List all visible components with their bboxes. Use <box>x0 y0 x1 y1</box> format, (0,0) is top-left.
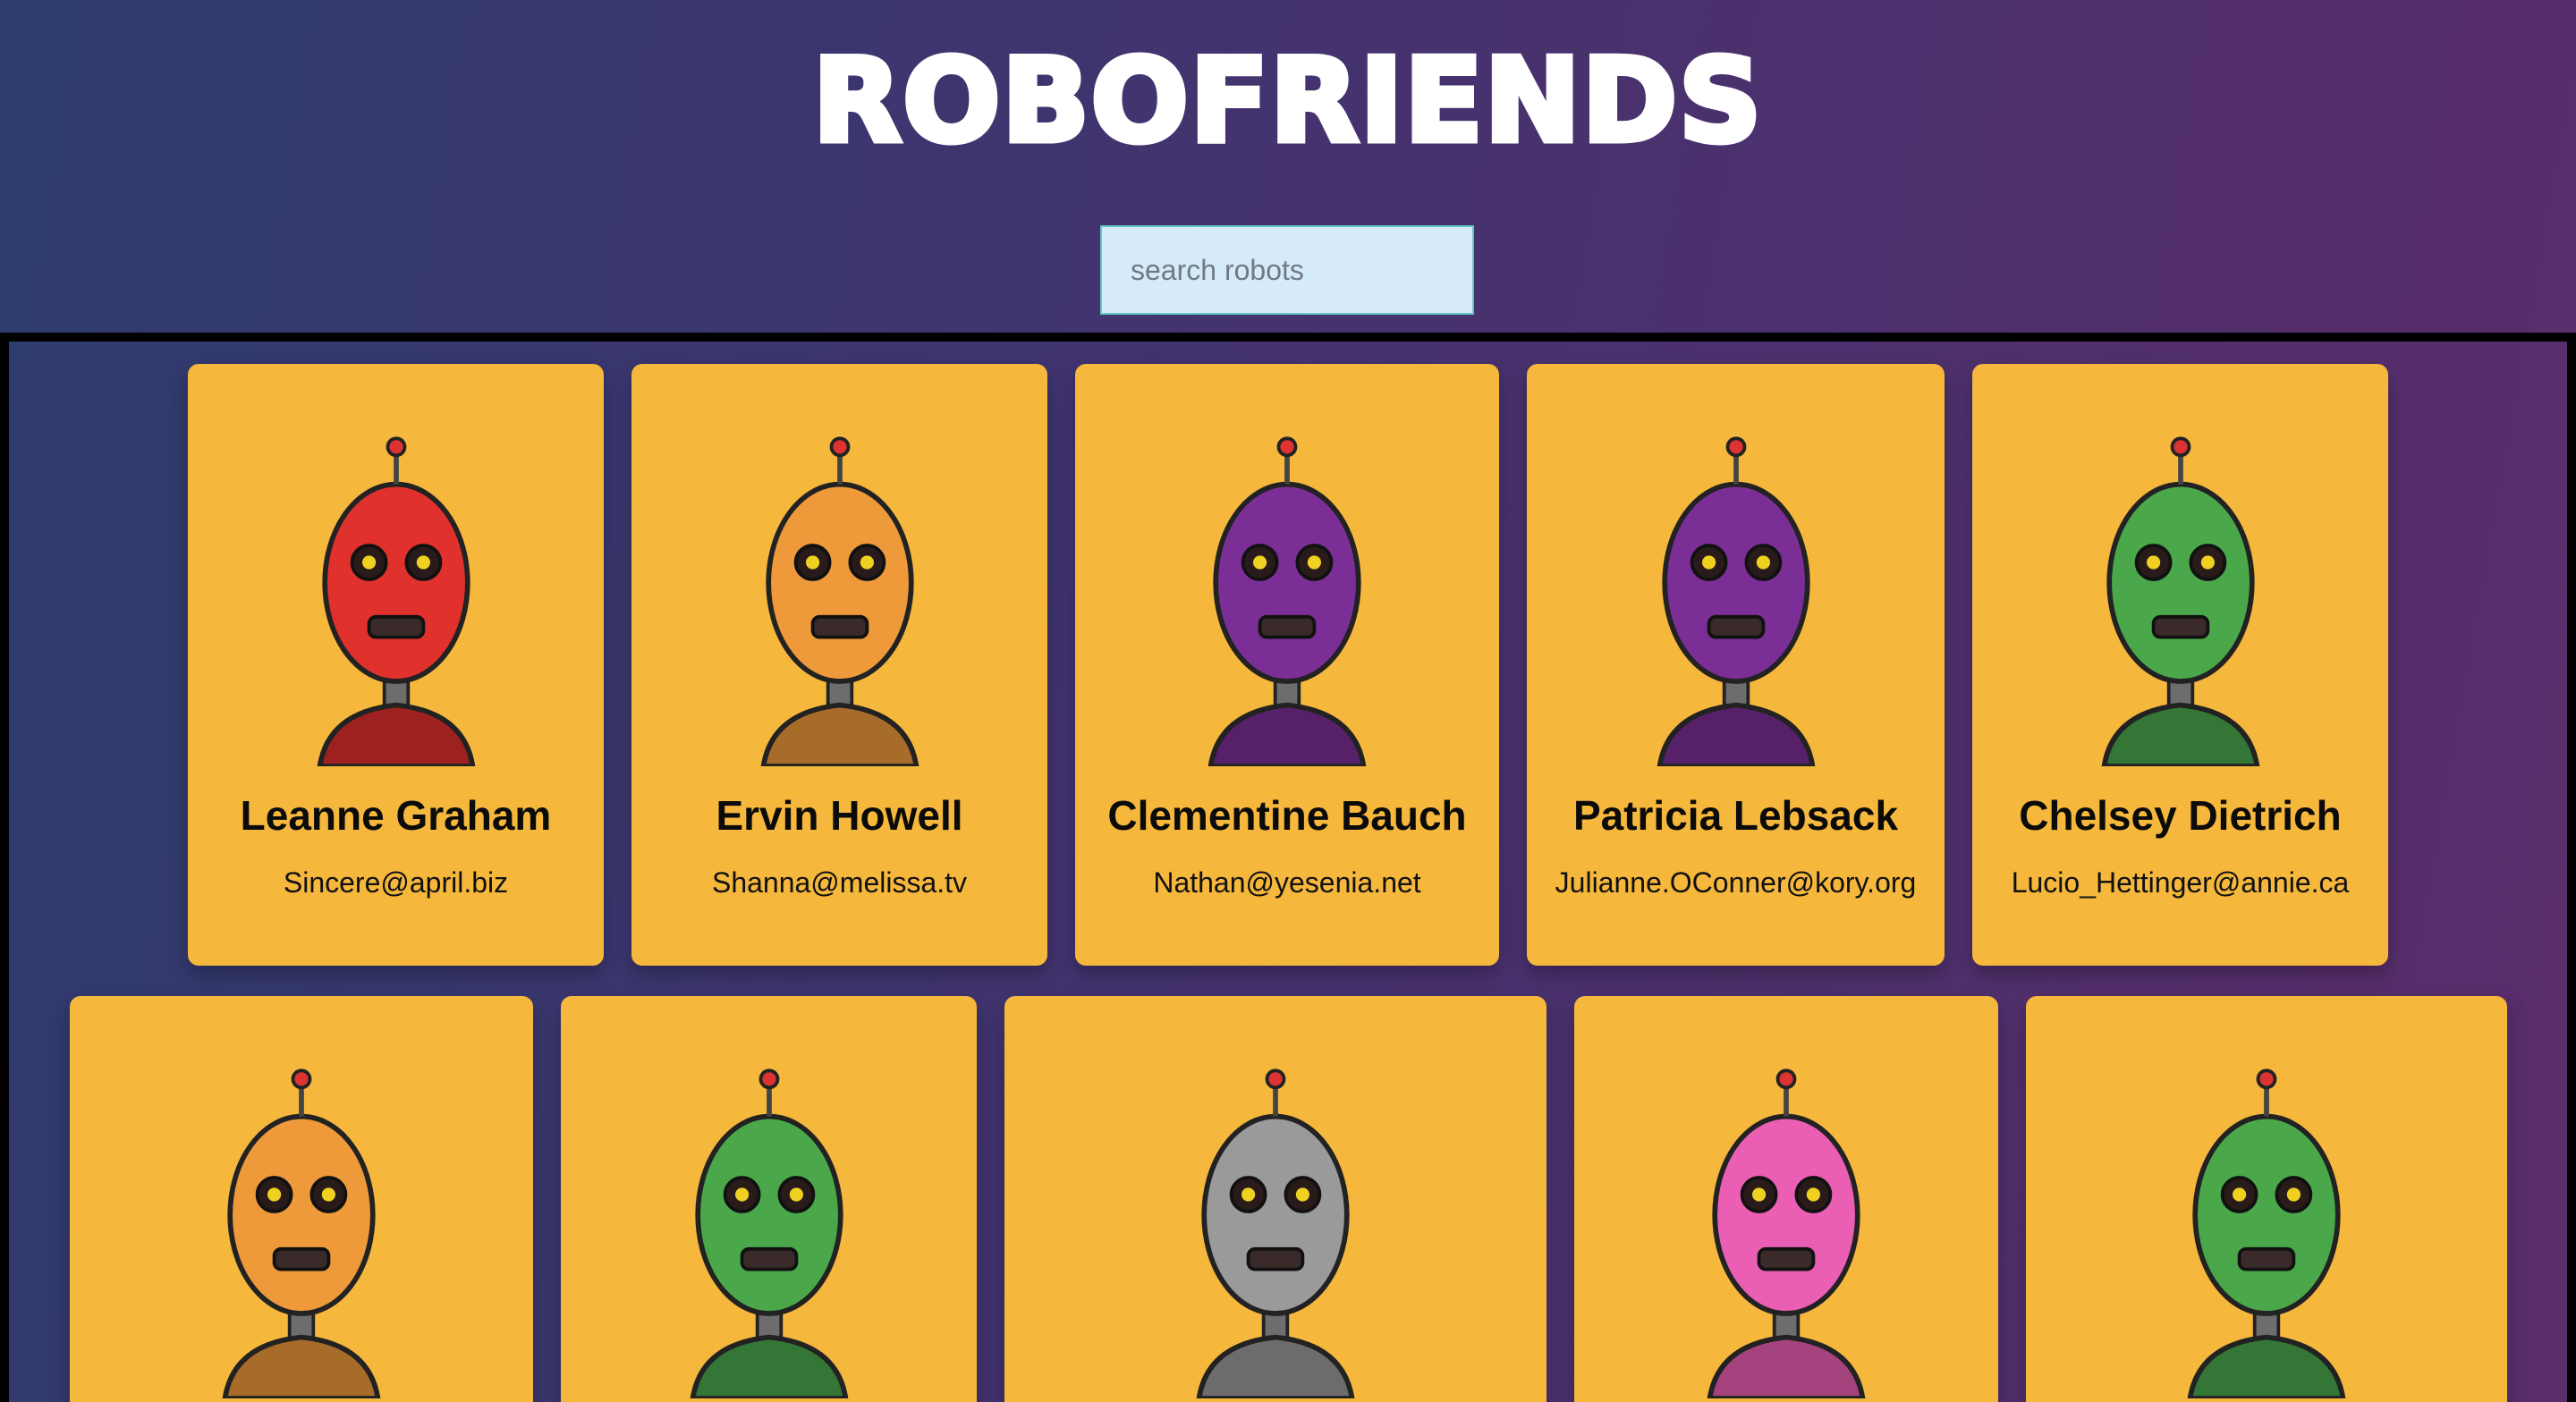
robot-email: Lucio_Hettinger@annie.ca <box>2011 866 2350 899</box>
robot-card[interactable] <box>1004 996 1546 1402</box>
green-robot-icon <box>2101 436 2259 766</box>
robot-name: Patricia Lebsack <box>1572 792 1899 839</box>
robot-card[interactable] <box>70 996 533 1402</box>
purple-robot-icon <box>1657 436 1815 766</box>
robot-card[interactable]: Leanne Graham Sincere@april.biz <box>188 364 604 966</box>
robot-name: Ervin Howell <box>716 792 963 839</box>
robot-name: Leanne Graham <box>240 792 552 839</box>
robot-email: Nathan@yesenia.net <box>1153 866 1421 899</box>
green-robot-icon <box>690 1068 848 1398</box>
robot-card[interactable] <box>2026 996 2507 1402</box>
purple-robot-icon <box>1208 436 1367 766</box>
robot-email: Sincere@april.biz <box>283 866 509 899</box>
robot-card[interactable]: Clementine Bauch Nathan@yesenia.net <box>1075 364 1499 966</box>
card-list[interactable]: Leanne Graham Sincere@april.biz Ervin Ho… <box>0 333 2576 1402</box>
robot-card[interactable]: Ervin Howell Shanna@melissa.tv <box>631 364 1047 966</box>
pink-robot-icon <box>1707 1068 1866 1398</box>
orange-robot-icon <box>760 436 919 766</box>
robot-email: Shanna@melissa.tv <box>711 866 968 899</box>
app-title: ROBOFRIENDS <box>809 35 1764 168</box>
green-robot-icon <box>2187 1068 2346 1398</box>
robot-email: Julianne.OConner@kory.org <box>1555 866 1917 899</box>
search-input[interactable] <box>1100 225 1474 315</box>
robot-card[interactable] <box>1574 996 1998 1402</box>
robot-card[interactable]: Patricia Lebsack Julianne.OConner@kory.o… <box>1527 364 1945 966</box>
robot-name: Chelsey Dietrich <box>2019 792 2342 839</box>
gray-robot-icon <box>1196 1068 1355 1398</box>
robot-card[interactable] <box>561 996 977 1402</box>
orange-robot-icon <box>222 1068 381 1398</box>
red-robot-icon <box>317 436 475 766</box>
robot-name: Clementine Bauch <box>1107 792 1467 839</box>
header: ROBOFRIENDS <box>0 0 2576 333</box>
robot-card[interactable]: Chelsey Dietrich Lucio_Hettinger@annie.c… <box>1972 364 2388 966</box>
